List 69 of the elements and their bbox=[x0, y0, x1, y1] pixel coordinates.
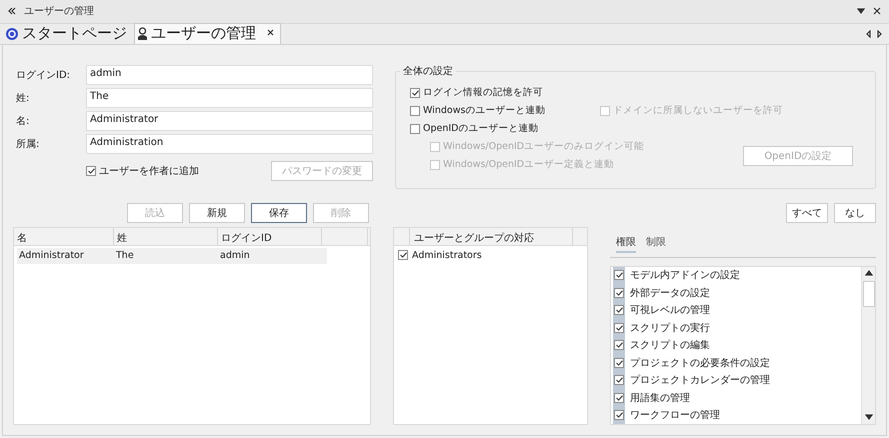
table-cell-text: Administrator bbox=[18, 248, 85, 262]
checkbox-label: Windows/OpenIDユーザー定義と連動 bbox=[443, 158, 614, 171]
input-field[interactable]: The bbox=[86, 88, 373, 108]
table-cell-text: admin bbox=[219, 248, 251, 262]
checkbox-label: OpenIDのユーザーと連動 bbox=[423, 122, 538, 135]
group-title: 全体の設定 bbox=[400, 64, 456, 78]
checkbox[interactable] bbox=[410, 106, 420, 116]
input-field[interactable]: Administrator bbox=[86, 110, 373, 130]
select-button[interactable]: すべて bbox=[786, 202, 828, 222]
action-button[interactable]: 新規 bbox=[189, 202, 245, 222]
checkbox[interactable] bbox=[614, 410, 624, 420]
action-button[interactable]: 保存 bbox=[251, 202, 307, 222]
permission-label: 可視レベルの管理 bbox=[630, 304, 710, 318]
permission-label: 外部データの設定 bbox=[630, 286, 710, 300]
down-arrow-icon[interactable] bbox=[864, 413, 872, 421]
checkbox-label: Windows/OpenIDユーザーのみログイン可能 bbox=[443, 140, 644, 153]
checkbox[interactable] bbox=[614, 375, 624, 386]
tab[interactable]: 権限 bbox=[616, 234, 636, 252]
column-header[interactable]: 姓 bbox=[114, 228, 218, 244]
up-arrow-icon[interactable] bbox=[864, 270, 872, 278]
close-icon[interactable] bbox=[873, 7, 881, 16]
permission-label: ワークフローの管理 bbox=[630, 409, 720, 422]
user-icon bbox=[137, 26, 148, 40]
column-header[interactable]: 名 bbox=[14, 228, 114, 244]
scrollbar[interactable] bbox=[861, 266, 875, 424]
checkbox-label: ドメインに所属しないユーザーを許可 bbox=[613, 104, 783, 117]
select-button[interactable]: なし bbox=[834, 202, 876, 222]
collapse-icon[interactable] bbox=[8, 7, 16, 16]
right-arrow-icon[interactable] bbox=[877, 30, 883, 38]
checkbox[interactable] bbox=[614, 270, 624, 280]
tab[interactable]: 制限 bbox=[646, 234, 666, 252]
permission-label: スクリプトの編集 bbox=[630, 338, 710, 352]
permission-label: スクリプトの実行 bbox=[630, 322, 710, 335]
field-label: 所属: bbox=[15, 138, 40, 150]
table-cell-text: The bbox=[115, 248, 135, 262]
checkbox[interactable] bbox=[614, 288, 624, 298]
permission-label: 用語集の管理 bbox=[630, 392, 690, 405]
checkbox[interactable] bbox=[614, 322, 624, 333]
tab-label: ユーザーの管理 bbox=[151, 24, 256, 43]
tab[interactable]: スタートページ bbox=[2, 22, 134, 44]
tab[interactable]: ユーザーの管理 bbox=[134, 22, 281, 44]
checkbox[interactable] bbox=[614, 358, 624, 368]
scrollbar-thumb[interactable] bbox=[862, 280, 874, 306]
permission-label: プロジェクトの必要条件の設定 bbox=[630, 356, 770, 370]
column-header[interactable]: ログインID bbox=[218, 228, 322, 244]
field-label: ログインID: bbox=[15, 68, 72, 82]
field-label: 名: bbox=[15, 114, 30, 128]
input-field[interactable]: admin bbox=[86, 64, 373, 84]
close-icon[interactable] bbox=[267, 29, 274, 36]
checkbox-label: Windowsのユーザーと連動 bbox=[423, 104, 546, 117]
checkbox[interactable] bbox=[398, 250, 408, 260]
table-row[interactable]: Administrator The admin bbox=[17, 248, 327, 264]
left-arrow-icon[interactable] bbox=[865, 30, 871, 38]
tab-label: スタートページ bbox=[22, 24, 127, 43]
checkbox[interactable] bbox=[410, 88, 420, 98]
checkbox[interactable] bbox=[410, 124, 420, 134]
group-label: Administrators bbox=[412, 250, 482, 260]
field-label: 姓: bbox=[15, 92, 30, 104]
permission-label: プロジェクトカレンダーの管理 bbox=[630, 374, 770, 388]
dropdown-icon[interactable] bbox=[857, 7, 865, 16]
checkbox[interactable] bbox=[86, 166, 96, 176]
input-field[interactable]: Administration bbox=[86, 134, 373, 154]
checkbox-label: ユーザーを作者に追加 bbox=[99, 164, 199, 178]
window-title: ユーザーの管理 bbox=[24, 5, 95, 18]
permission-label: モデル内アドインの設定 bbox=[630, 268, 740, 282]
checkbox[interactable] bbox=[614, 305, 624, 316]
checkbox-label: ログイン情報の記憶を許可 bbox=[423, 86, 543, 99]
checkbox[interactable] bbox=[614, 392, 624, 403]
checkbox[interactable] bbox=[614, 340, 624, 350]
